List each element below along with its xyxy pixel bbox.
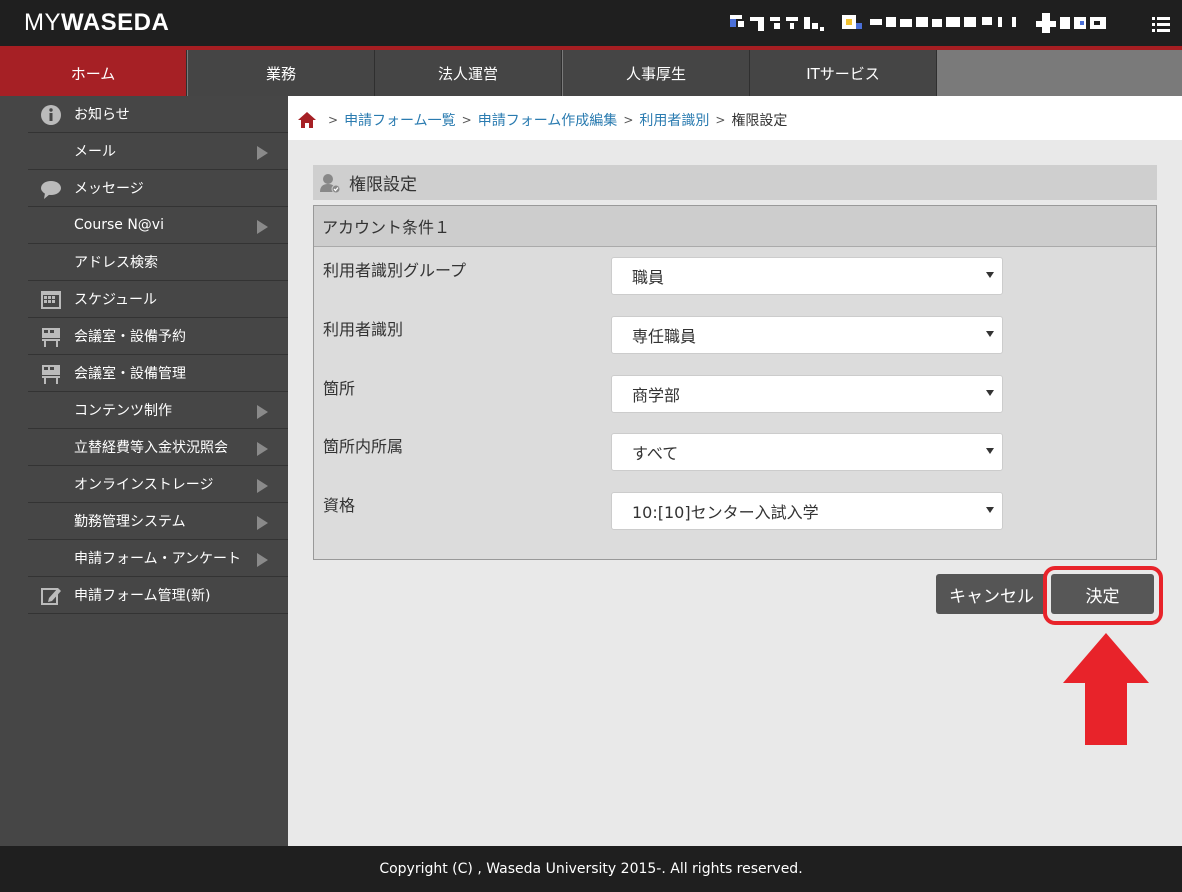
sidebar-item-label: Course N@vi <box>74 217 164 233</box>
caret-down-icon <box>986 272 994 278</box>
sidebar-item-label: アドレス検索 <box>74 255 158 271</box>
breadcrumb-separator: > <box>715 113 726 127</box>
field-label-sub-department: 箇所内所属 <box>323 437 404 456</box>
sidebar-item-label: お知らせ <box>74 107 130 123</box>
home-icon[interactable] <box>298 112 316 128</box>
select-value: 専任職員 <box>632 327 697 346</box>
main-tabs: ホーム 業務 法人運営 人事厚生 ITサービス <box>0 50 1182 96</box>
calendar-icon <box>41 291 61 309</box>
annotation-up-arrow-icon <box>1063 633 1149 745</box>
sidebar-item-label: オンラインストレージ <box>74 477 214 493</box>
sidebar-item-course-navi[interactable]: Course N@vi <box>28 207 288 244</box>
tab-home[interactable]: ホーム <box>0 50 187 96</box>
department-select[interactable]: 商学部 <box>611 375 1003 413</box>
sidebar: お知らせ メール メッセージ Course N@vi アドレス検索 スケジュール… <box>0 96 288 846</box>
building-icon <box>42 328 60 347</box>
footer: Copyright (C) , Waseda University 2015-.… <box>0 846 1182 892</box>
tab-it-services[interactable]: ITサービス <box>750 50 937 96</box>
breadcrumb-user-identification[interactable]: 利用者識別 <box>639 110 709 130</box>
sidebar-item-content-creation[interactable]: コンテンツ制作 <box>28 392 288 429</box>
sidebar-item-online-storage[interactable]: オンラインストレージ <box>28 466 288 503</box>
sidebar-item-form-management[interactable]: 申請フォーム管理(新) <box>28 577 288 614</box>
sidebar-item-label: 申請フォーム管理(新) <box>74 588 211 604</box>
sidebar-item-label: スケジュール <box>74 292 158 308</box>
sidebar-item-notices[interactable]: お知らせ <box>28 96 288 133</box>
field-label-qualification: 資格 <box>323 496 356 515</box>
tab-corporate[interactable]: 法人運営 <box>375 50 562 96</box>
breadcrumb-separator: > <box>461 113 472 127</box>
logo-my: MY <box>24 9 61 36</box>
page-title: 権限設定 <box>349 175 417 195</box>
user-permission-icon <box>320 173 341 193</box>
sidebar-item-label: 会議室・設備管理 <box>74 366 186 382</box>
chevron-right-icon <box>257 405 268 419</box>
sidebar-item-forms-surveys[interactable]: 申請フォーム・アンケート <box>28 540 288 577</box>
speech-bubble-icon <box>41 181 61 199</box>
top-header: MYWASEDA <box>0 0 1182 46</box>
breadcrumb-bar: > 申請フォーム一覧 > 申請フォーム作成編集 > 利用者識別 > 権限設定 <box>288 96 1182 140</box>
sidebar-item-schedule[interactable]: スケジュール <box>28 281 288 318</box>
obscured-user-info <box>730 13 1106 33</box>
chevron-right-icon <box>257 220 268 234</box>
sidebar-item-label: コンテンツ制作 <box>74 403 172 419</box>
cancel-button[interactable]: キャンセル <box>936 574 1047 614</box>
breadcrumb: > 申請フォーム一覧 > 申請フォーム作成編集 > 利用者識別 > 権限設定 <box>298 110 787 130</box>
chevron-right-icon <box>257 479 268 493</box>
sidebar-item-label: 勤務管理システム <box>74 514 186 530</box>
sidebar-item-label: メッセージ <box>74 181 144 197</box>
sidebar-item-label: 会議室・設備予約 <box>74 329 186 345</box>
breadcrumb-form-list[interactable]: 申請フォーム一覧 <box>344 110 456 130</box>
main-content: > 申請フォーム一覧 > 申請フォーム作成編集 > 利用者識別 > 権限設定 権… <box>288 96 1182 846</box>
chevron-right-icon <box>257 146 268 160</box>
field-label-user-identification: 利用者識別 <box>323 320 404 339</box>
chevron-right-icon <box>257 442 268 456</box>
field-label-user-group: 利用者識別グループ <box>323 261 467 280</box>
copyright-text: Copyright (C) , Waseda University 2015-.… <box>379 861 803 877</box>
sidebar-item-room-reservation[interactable]: 会議室・設備予約 <box>28 318 288 355</box>
select-value: 10:[10]センター入試入学 <box>632 503 819 522</box>
sidebar-item-label: メール <box>74 144 116 160</box>
breadcrumb-separator: > <box>328 113 339 127</box>
sidebar-item-messages[interactable]: メッセージ <box>28 170 288 207</box>
caret-down-icon <box>986 331 994 337</box>
select-value: 職員 <box>632 268 665 287</box>
tab-business[interactable]: 業務 <box>188 50 375 96</box>
select-value: 商学部 <box>632 386 681 405</box>
mywaseda-logo[interactable]: MYWASEDA <box>24 9 169 37</box>
breadcrumb-current: 権限設定 <box>731 113 788 129</box>
sidebar-item-label: 立替経費等入金状況照会 <box>74 440 228 456</box>
breadcrumb-form-edit[interactable]: 申請フォーム作成編集 <box>478 110 618 130</box>
caret-down-icon <box>986 507 994 513</box>
qualification-select[interactable]: 10:[10]センター入試入学 <box>611 492 1003 530</box>
chevron-right-icon <box>257 516 268 530</box>
sidebar-item-attendance-system[interactable]: 勤務管理システム <box>28 503 288 540</box>
caret-down-icon <box>986 448 994 454</box>
logo-waseda: WASEDA <box>61 9 170 36</box>
sidebar-item-mail[interactable]: メール <box>28 133 288 170</box>
breadcrumb-separator: > <box>623 113 634 127</box>
field-label-department: 箇所 <box>323 379 356 398</box>
annotation-highlight-box <box>1043 566 1163 625</box>
sidebar-item-label: 申請フォーム・アンケート <box>74 551 242 567</box>
menu-list-icon[interactable] <box>1151 14 1171 34</box>
tab-hr-welfare[interactable]: 人事厚生 <box>563 50 750 96</box>
caret-down-icon <box>986 390 994 396</box>
select-value: すべて <box>632 444 679 463</box>
sidebar-item-expense-status[interactable]: 立替経費等入金状況照会 <box>28 429 288 466</box>
user-group-select[interactable]: 職員 <box>611 257 1003 295</box>
sidebar-item-room-management[interactable]: 会議室・設備管理 <box>28 355 288 392</box>
edit-icon <box>41 588 61 605</box>
info-icon <box>41 105 61 125</box>
panel-title: アカウント条件１ <box>314 206 1156 247</box>
account-condition-panel: アカウント条件１ 利用者識別グループ 職員 利用者識別 専任職員 箇所 商学部 … <box>313 205 1157 560</box>
chevron-right-icon <box>257 553 268 567</box>
building-icon <box>42 365 60 384</box>
sidebar-item-address-search[interactable]: アドレス検索 <box>28 244 288 281</box>
user-identification-select[interactable]: 専任職員 <box>611 316 1003 354</box>
sub-department-select[interactable]: すべて <box>611 433 1003 471</box>
section-header: 権限設定 <box>313 165 1157 200</box>
